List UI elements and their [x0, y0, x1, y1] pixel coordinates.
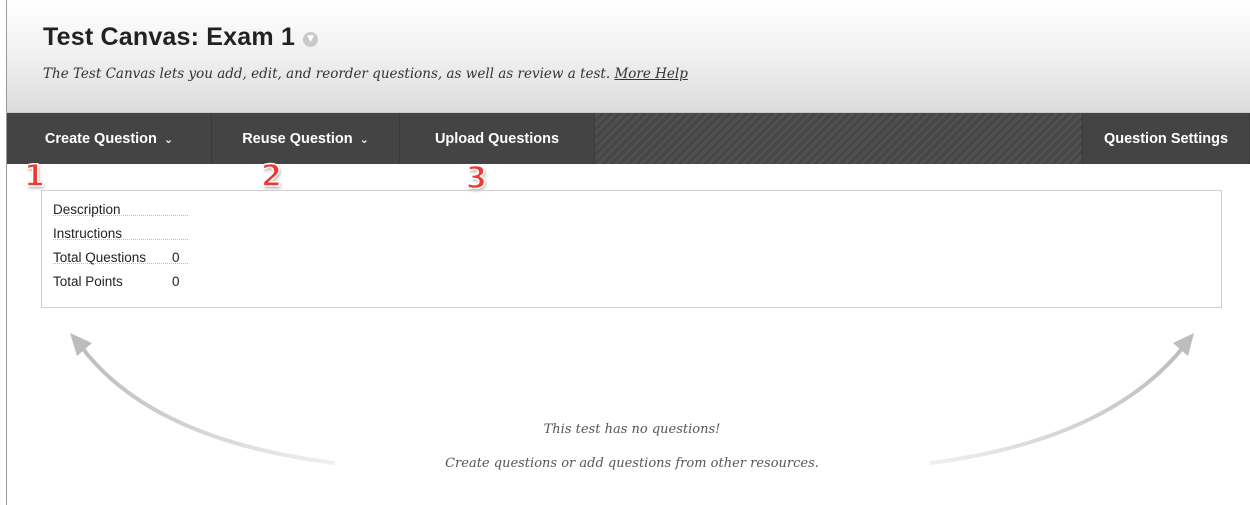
left-curved-arrow-icon [78, 343, 336, 465]
right-curved-arrow-icon [929, 343, 1187, 465]
left-arrowhead-icon [70, 333, 92, 356]
empty-state-title: This test has no questions! [543, 422, 721, 437]
empty-state-subtitle: Create questions or add questions from o… [445, 456, 819, 471]
